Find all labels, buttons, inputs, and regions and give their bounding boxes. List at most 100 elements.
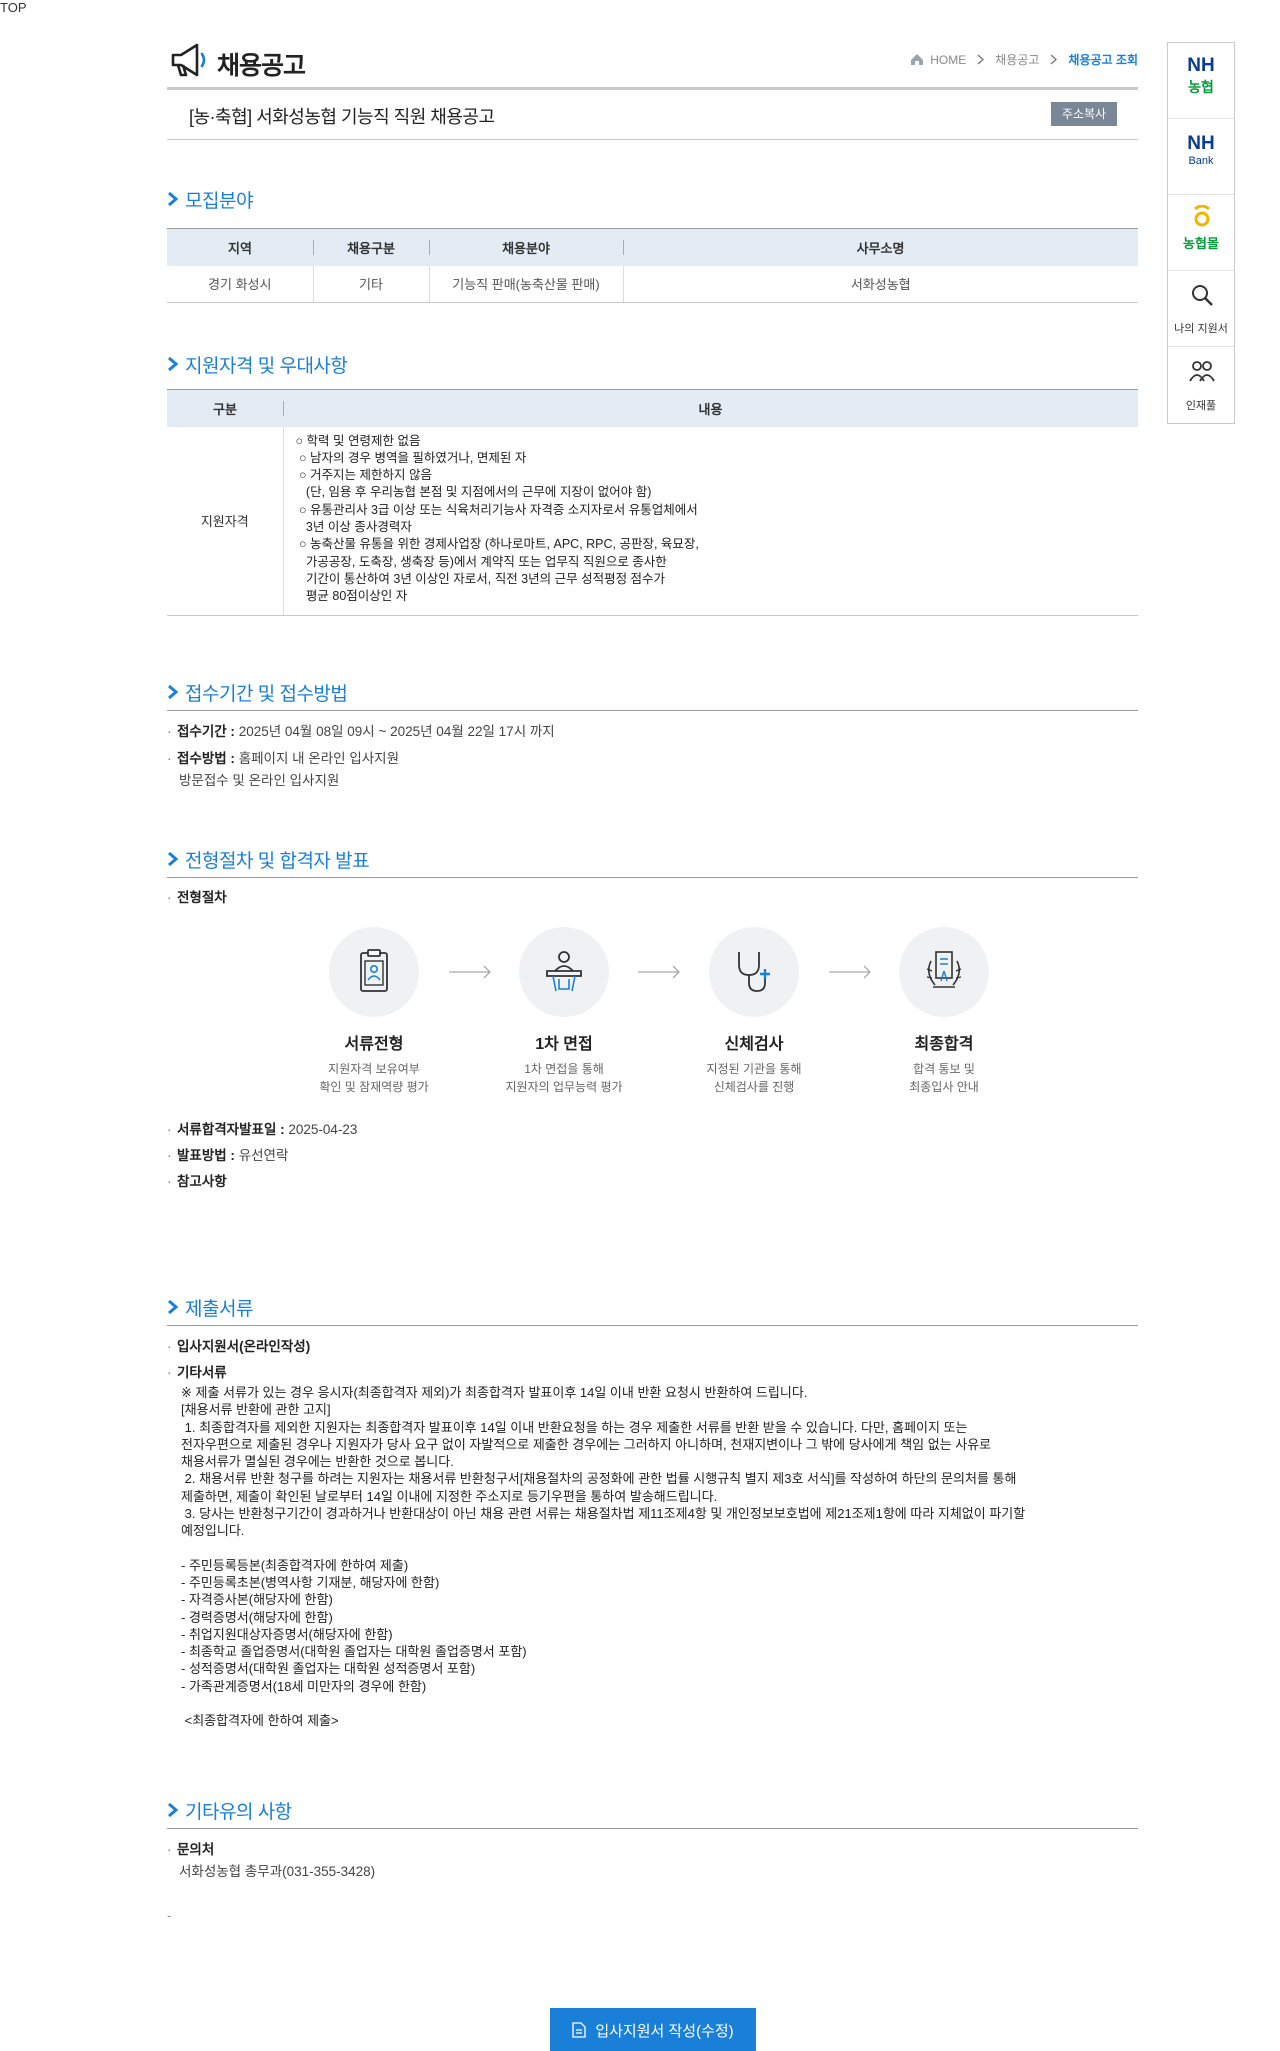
step-desc: 1차 면접을 통해 지원자의 업무능력 평가 — [469, 1060, 659, 1096]
reception-period: · 접수기간 : 2025년 04월 08일 09시 ~ 2025년 04월 22… — [167, 724, 555, 739]
step-desc: 지정된 기관을 통해 신체검사를 진행 — [659, 1060, 849, 1096]
section-title: 접수기간 및 접수방법 — [185, 684, 348, 705]
my-application-label: 나의 지원서 — [1174, 323, 1228, 335]
doc-line: - 주민등록초본(병역사항 기재분, 해당자에 한함) — [181, 1574, 440, 1590]
trailing-mark: - — [167, 1908, 172, 1923]
section-title: 지원자격 및 우대사항 — [185, 356, 348, 377]
step-circle — [709, 927, 799, 1017]
chevron-up-icon — [36, 4, 46, 12]
quick-nh-bank[interactable]: NH Bank — [1168, 119, 1234, 195]
column-header: 구분 — [167, 389, 283, 427]
nh-logo-bottom: 농협 — [1188, 79, 1214, 95]
doc-line: [채용서류 반환에 관한 고지] — [181, 1402, 331, 1418]
bank-logo-bottom: Bank — [1188, 155, 1214, 167]
quick-talent-pool[interactable]: 인재풀 — [1168, 347, 1234, 423]
method-label: 접수방법 : — [177, 751, 235, 766]
doc-line: <최종합격자에 한하여 제출> — [181, 1713, 339, 1729]
qual-line: ○ 농축산물 유통을 위한 경제사업장 (하나로마트, APC, RPC, 공판… — [295, 537, 699, 552]
breadcrumb-current[interactable]: 채용공고 조회 — [1068, 51, 1138, 68]
doc-line: - 자격증사본(해당자에 한함) — [181, 1592, 333, 1608]
top-button[interactable]: TOP — [0, 0, 1280, 15]
job-title-row: [농·축협] 서화성농협 기능직 직원 채용공고 주소복사 — [167, 90, 1138, 140]
quick-nh-nonghyup[interactable]: NH 농협 — [1168, 43, 1234, 119]
breadcrumb-home[interactable]: HOME — [930, 53, 966, 67]
column-header: 채용분야 — [429, 228, 623, 266]
qualification-table: 구분 내용 지원자격 ○ 학력 및 연령제한 없음 ○ 남자의 경우 병역을 필… — [167, 389, 1138, 617]
reception-section: 접수기간 및 접수방법 · 접수기간 : 2025년 04월 08일 09시 ~ … — [167, 675, 1138, 792]
step-circle — [899, 927, 989, 1017]
document-id-icon — [360, 949, 388, 992]
recruit-section: 모집분야 지역 채용구분 채용분야 사무소명 경기 화성시 기타 기능직 판매(… — [167, 182, 1138, 303]
quick-nh-mall[interactable]: 농협몰 — [1168, 195, 1234, 271]
qual-line: (단, 임용 후 우리농협 본점 및 지점에서의 근무에 지장이 없어야 함) — [295, 485, 652, 500]
chevron-right-icon — [168, 851, 179, 867]
copy-address-button[interactable]: 주소복사 — [1051, 102, 1117, 126]
nh-logo-top: NH — [1187, 55, 1215, 76]
step-physical: 신체검사 지정된 기관을 통해 신체검사를 진행 — [659, 927, 849, 1096]
quick-my-application[interactable]: 나의 지원서 — [1168, 271, 1234, 347]
qualification-content: ○ 학력 및 연령제한 없음 ○ 남자의 경우 병역을 필하였거나, 면제된 자… — [282, 426, 1138, 617]
doc-item-label: 입사지원서(온라인작성) — [177, 1339, 311, 1354]
step-name: 서류전형 — [344, 1036, 404, 1053]
doc-line — [181, 1695, 1138, 1712]
qual-line: ○ 학력 및 연령제한 없음 — [295, 433, 421, 448]
doc-line: - 경력증명서(해당자에 한함) — [181, 1609, 333, 1625]
step-circle — [519, 927, 609, 1017]
quick-menu: NH 농협 NH Bank 농협몰 나의 지원서 인재풀 — [1167, 42, 1235, 424]
table-cell: 서화성농협 — [622, 265, 1138, 303]
column-header: 채용구분 — [313, 228, 429, 266]
table-cell: 기타 — [312, 265, 429, 303]
announce-label: 발표방법 : — [177, 1148, 235, 1163]
process-sub-label: 전형절차 — [177, 890, 227, 905]
qual-line: ○ 거주지는 제한하지 않음 — [295, 468, 432, 483]
step-desc-line: 지정된 기관을 통해 — [706, 1062, 802, 1076]
home-icon — [911, 54, 924, 65]
qual-line: ○ 남자의 경우 병역을 필하였거나, 면제된 자 — [295, 450, 527, 465]
talent-pool-label: 인재풀 — [1185, 400, 1217, 412]
section-header: 접수기간 및 접수방법 — [167, 675, 1138, 711]
contact-label: 문의처 — [177, 1842, 215, 1857]
documents-text: ※ 제출 서류가 있는 경우 응시자(최종합격자 제외)가 최종합격자 발표이후… — [167, 1384, 1138, 1729]
doc-item-application: · 입사지원서(온라인작성) — [167, 1339, 311, 1354]
step-name: 최종합격 — [914, 1036, 974, 1053]
chevron-right-icon — [168, 356, 179, 372]
qual-line: 기간이 통산하여 3년 이상인 자로서, 직전 3년의 근무 성적평정 점수가 — [295, 571, 666, 586]
doc-item-label: 기타서류 — [177, 1365, 227, 1380]
doc-line: 채용서류가 멸실된 경우에는 반환한 것으로 봅니다. — [181, 1454, 454, 1470]
section-title: 전형절차 및 합격자 발표 — [185, 851, 370, 872]
step-desc: 합격 통보 및 최종입사 안내 — [849, 1060, 1039, 1096]
chevron-right-icon — [168, 191, 179, 207]
table-cell: 기능직 판매(농축산물 판매) — [428, 265, 623, 303]
period-label: 접수기간 : — [177, 724, 235, 739]
job-title: [농·축협] 서화성농협 기능직 직원 채용공고 — [189, 107, 495, 127]
doc-line — [181, 1540, 1138, 1557]
section-header: 모집분야 — [167, 182, 1138, 218]
step-desc-line: 합격 통보 및 — [913, 1062, 975, 1076]
column-header: 내용 — [283, 389, 1138, 427]
note-label: 참고사항 — [177, 1174, 227, 1189]
reception-method: · 접수방법 : 홈페이지 내 온라인 입사지원 방문접수 및 온라인 입사지원 — [167, 748, 1138, 792]
breadcrumb-recruit[interactable]: 채용공고 — [995, 51, 1039, 68]
qual-line: 가공공장, 도축장, 생축장 등)에서 계약직 또는 업무직 직원으로 종사한 — [295, 554, 667, 569]
step-desc-line: 지원자의 업무능력 평가 — [505, 1080, 623, 1094]
chevron-right-icon — [168, 1802, 179, 1818]
contact-value: 서화성농협 총무과(031-355-3428) — [179, 1864, 376, 1879]
top-label: TOP — [0, 0, 27, 15]
column-header: 지역 — [167, 228, 313, 266]
stethoscope-icon — [738, 952, 770, 992]
section-title: 제출서류 — [185, 1299, 253, 1320]
etc-section: 기타유의 사항 · 문의처 서화성농협 총무과(031-355-3428) - — [167, 1793, 1138, 1927]
section-header: 제출서류 — [167, 1290, 1138, 1326]
contact: · 문의처 서화성농협 총무과(031-355-3428) — [167, 1839, 1138, 1883]
process-section: 전형절차 및 합격자 발표 · 전형절차 서류전형 지원자격 보유여부 확인 및… — [167, 842, 1138, 1193]
page-title: 채용공고 — [217, 52, 306, 80]
step-desc-line: 신체검사를 진행 — [713, 1080, 795, 1094]
document-edit-icon — [572, 2022, 586, 2038]
doc-line: - 최종학교 졸업증명서(대학원 졸업자는 대학원 졸업증명서 포함) — [181, 1644, 527, 1660]
apply-button[interactable]: 입사지원서 작성(수정) — [550, 2008, 756, 2051]
step-circle — [329, 927, 419, 1017]
doc-line: 2. 채용서류 반환 청구를 하려는 지원자는 채용서류 반환청구서[채용절차의… — [181, 1471, 1017, 1487]
chevron-right-icon — [168, 684, 179, 700]
section-title: 모집분야 — [185, 191, 253, 212]
table-row: 경기 화성시 기타 기능직 판매(농축산물 판매) 서화성농협 — [167, 265, 1138, 303]
